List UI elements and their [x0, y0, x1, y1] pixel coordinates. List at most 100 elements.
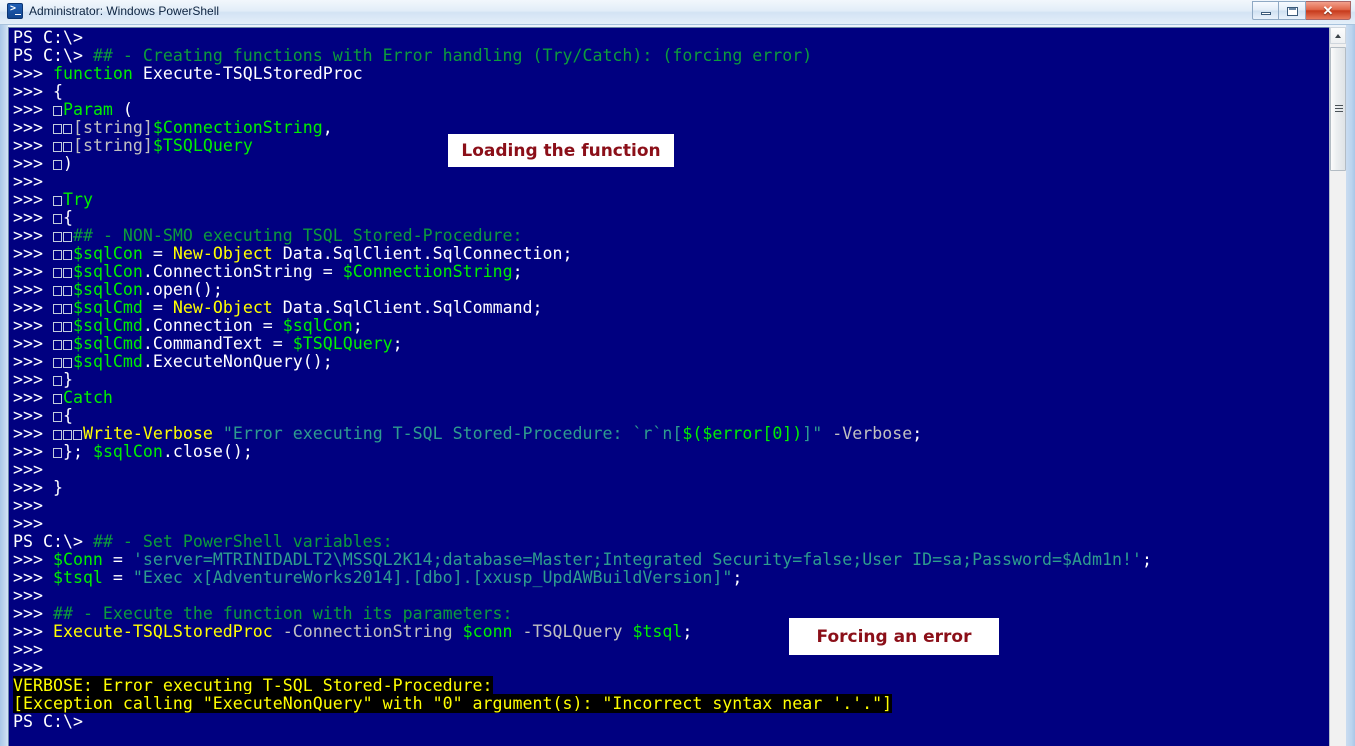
console-token: {	[52, 82, 63, 101]
console-token: Catch	[62, 388, 113, 407]
console-token: >>>	[13, 496, 43, 515]
tab-glyph	[62, 322, 72, 332]
console-token: ;	[392, 334, 403, 353]
console-token: Execute-TSQLStoredProc	[52, 622, 273, 641]
console-token: $ConnectionString	[342, 262, 513, 281]
console-token: >>>	[13, 208, 53, 227]
console-token: };	[62, 442, 93, 461]
console-token: $Conn	[52, 550, 103, 569]
console-token: ]"	[802, 424, 823, 443]
close-button[interactable]: ✕	[1306, 1, 1351, 20]
console-token: >>>	[13, 64, 53, 83]
console-token: PS C:\>	[13, 28, 83, 47]
console-line: >>>	[13, 461, 1323, 479]
console-line: >>> $sqlCmd.CommandText = $TSQLQuery;	[13, 335, 1323, 353]
console-token: .Connection =	[142, 316, 283, 335]
console-token: >>>	[13, 136, 53, 155]
tab-glyph	[52, 412, 62, 422]
console-line: >>> $sqlCmd.Connection = $sqlCon;	[13, 317, 1323, 335]
console-token: $ConnectionString	[152, 118, 323, 137]
close-icon: ✕	[1322, 3, 1334, 18]
console-line: >>> {	[13, 407, 1323, 425]
console-token: >>>	[13, 298, 53, 317]
console-line: >>>	[13, 587, 1323, 605]
console-line: >>> $sqlCon = New-Object Data.SqlClient.…	[13, 245, 1323, 263]
console-token: >>>	[13, 100, 53, 119]
console-token: ;	[912, 424, 923, 443]
console-token: >>>	[13, 442, 53, 461]
console-token: $TSQLQuery	[152, 136, 253, 155]
scroll-up-arrow-icon[interactable]	[1330, 27, 1346, 44]
minimize-button[interactable]	[1252, 1, 1279, 20]
console-line: >>> $sqlCon.open();	[13, 281, 1323, 299]
console-token: [string]	[72, 136, 153, 155]
scroll-track[interactable]	[1330, 171, 1346, 746]
scroll-thumb[interactable]	[1330, 47, 1346, 171]
console-token: [Exception calling "ExecuteNonQuery" wit…	[13, 694, 893, 713]
console-token: >>>	[13, 280, 53, 299]
console-line: PS C:\>	[13, 713, 1323, 731]
console-token: >>>	[13, 352, 53, 371]
console-token: .CommandText =	[142, 334, 293, 353]
console-token: ## - Execute the function with its param…	[52, 604, 513, 623]
console-token: Param	[62, 100, 113, 119]
console-token: PS C:\>	[13, 712, 83, 731]
tab-glyph	[52, 430, 62, 440]
console-token: )	[62, 154, 73, 173]
tab-glyph	[52, 376, 62, 386]
console-token: >>> }	[13, 478, 63, 497]
powershell-icon	[7, 3, 23, 19]
console-token: Execute-TSQLStoredProc	[132, 64, 363, 83]
console-line: >>> Param (	[13, 101, 1323, 119]
console-token: {	[62, 208, 73, 227]
console-token: .ConnectionString =	[142, 262, 343, 281]
console-line: >>> ## - NON-SMO executing TSQL Stored-P…	[13, 227, 1323, 245]
console-token: PS C:\>	[13, 46, 93, 65]
tab-glyph	[52, 124, 62, 134]
console-token: >>>	[13, 334, 53, 353]
console-token: >>>	[13, 172, 43, 191]
title-bar[interactable]: Administrator: Windows PowerShell ✕	[0, 0, 1355, 25]
console-token: ;	[1141, 550, 1152, 569]
console-token: >>>	[13, 82, 53, 101]
console-line: PS C:\>	[13, 29, 1323, 47]
console-token: function	[52, 64, 133, 83]
console-token: $TSQLQuery	[292, 334, 393, 353]
console-token: 'server=MTRINIDADLT2\MSSQL2K14;database=…	[132, 550, 1142, 569]
console-token: $sqlCon	[92, 442, 163, 461]
console-line: >>> $Conn = 'server=MTRINIDADLT2\MSSQL2K…	[13, 551, 1323, 569]
console-line: >>> }	[13, 371, 1323, 389]
console-token: >>>	[13, 190, 53, 209]
tab-glyph	[52, 142, 62, 152]
console-line: >>>	[13, 515, 1323, 533]
tab-glyph	[62, 304, 72, 314]
console-token: >>>	[13, 370, 53, 389]
console-token: PS C:\>	[13, 532, 93, 551]
vertical-scrollbar[interactable]	[1329, 27, 1346, 746]
console-line: PS C:\> ## - Creating functions with Err…	[13, 47, 1323, 65]
maximize-button[interactable]	[1279, 1, 1306, 20]
console-line: >>> {	[13, 83, 1323, 101]
console-token: ## - Set PowerShell variables:	[92, 532, 393, 551]
tab-glyph	[62, 286, 72, 296]
tab-glyph	[52, 232, 62, 242]
console-token: New-Object	[172, 298, 273, 317]
console-line: >>>	[13, 641, 1323, 659]
console-token: ## - Creating functions with Error handl…	[92, 46, 813, 65]
minimize-icon	[1261, 12, 1271, 15]
tab-glyph	[72, 430, 82, 440]
console-token: =	[142, 298, 173, 317]
console-token: >>>	[13, 640, 43, 659]
console-token: $sqlCmd	[72, 298, 143, 317]
tab-glyph	[52, 322, 62, 332]
console-token: >>>	[13, 604, 53, 623]
annotation-forcing-an-error: Forcing an error	[789, 618, 999, 655]
tab-glyph	[52, 214, 62, 224]
console-token: -TSQLQuery	[512, 622, 623, 641]
console-token: >>>	[13, 424, 53, 443]
console-token: ;	[682, 622, 693, 641]
console-token: ;	[352, 316, 363, 335]
console-token: VERBOSE: Error executing T-SQL Stored-Pr…	[13, 676, 493, 695]
console-line: >>>	[13, 497, 1323, 515]
console-token: [string]	[72, 118, 153, 137]
